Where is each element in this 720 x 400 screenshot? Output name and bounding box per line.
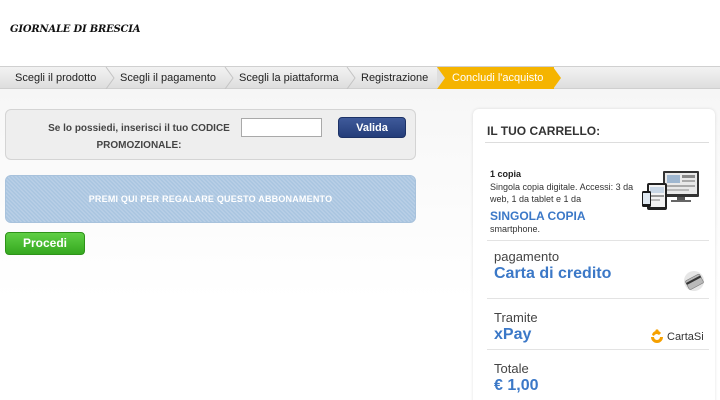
- page: GIORNALE DI BRESCIA Scegli il prodotto S…: [0, 0, 720, 400]
- cartasi-icon: [651, 329, 663, 343]
- item-quantity: 1 copia: [490, 169, 522, 179]
- promo-code-label: Se lo possiedi, inserisci il tuo CODICE …: [48, 123, 230, 151]
- site-logo[interactable]: GIORNALE DI BRESCIA: [10, 24, 141, 35]
- step-scegli-prodotto[interactable]: Scegli il prodotto: [0, 67, 108, 89]
- cartasi-label: CartaSi: [667, 331, 704, 343]
- item-name: SINGOLA COPIA: [490, 209, 586, 223]
- total-value: € 1,00: [494, 377, 539, 394]
- step-label: Registrazione: [361, 72, 429, 84]
- valida-button[interactable]: Valida: [338, 117, 406, 138]
- via-label: Tramite: [494, 310, 538, 325]
- item-description: Singola copia digitale. Accessi: 3 da we…: [490, 182, 634, 204]
- divider: [487, 240, 709, 241]
- promo-code-box: Se lo possiedi, inserisci il tuo CODICE …: [5, 109, 416, 160]
- payment-label: pagamento: [494, 249, 560, 264]
- divider: [485, 142, 709, 143]
- step-label: Scegli il pagamento: [120, 72, 217, 84]
- item-description-extra: smartphone.: [490, 224, 541, 234]
- divider: [487, 349, 709, 350]
- credit-card-icon: [684, 271, 704, 291]
- cart-panel: IL TUO CARRELLO: 1 copia Singola copia d…: [473, 109, 715, 400]
- via-value: xPay: [494, 326, 532, 343]
- chevron-right-icon: [553, 67, 561, 89]
- step-label: Concludi l'acquisto: [452, 72, 544, 84]
- gift-subscription-button[interactable]: PREMI QUI PER REGALARE QUESTO ABBONAMENT…: [5, 175, 416, 223]
- devices-image: [642, 171, 699, 210]
- step-scegli-piattaforma[interactable]: Scegli la piattaforma: [233, 67, 348, 89]
- cart-title: IL TUO CARRELLO:: [487, 124, 601, 138]
- step-registrazione[interactable]: Registrazione: [355, 67, 437, 89]
- chevron-right-icon: [437, 67, 445, 89]
- step-scegli-pagamento[interactable]: Scegli il pagamento: [114, 67, 226, 89]
- step-label: Scegli il prodotto: [15, 72, 97, 84]
- promo-code-input[interactable]: [241, 118, 322, 137]
- total-label: Totale: [494, 361, 529, 376]
- step-label: Scegli la piattaforma: [239, 72, 339, 84]
- procedi-button[interactable]: Procedi: [5, 232, 85, 255]
- gift-button-label: PREMI QUI PER REGALARE QUESTO ABBONAMENT…: [88, 194, 333, 204]
- payment-method: Carta di credito: [494, 265, 612, 282]
- divider: [487, 298, 709, 299]
- header: GIORNALE DI BRESCIA: [0, 0, 720, 66]
- checkout-steps: Scegli il prodotto Scegli il pagamento S…: [0, 66, 720, 89]
- step-concludi-acquisto[interactable]: Concludi l'acquisto: [437, 67, 554, 89]
